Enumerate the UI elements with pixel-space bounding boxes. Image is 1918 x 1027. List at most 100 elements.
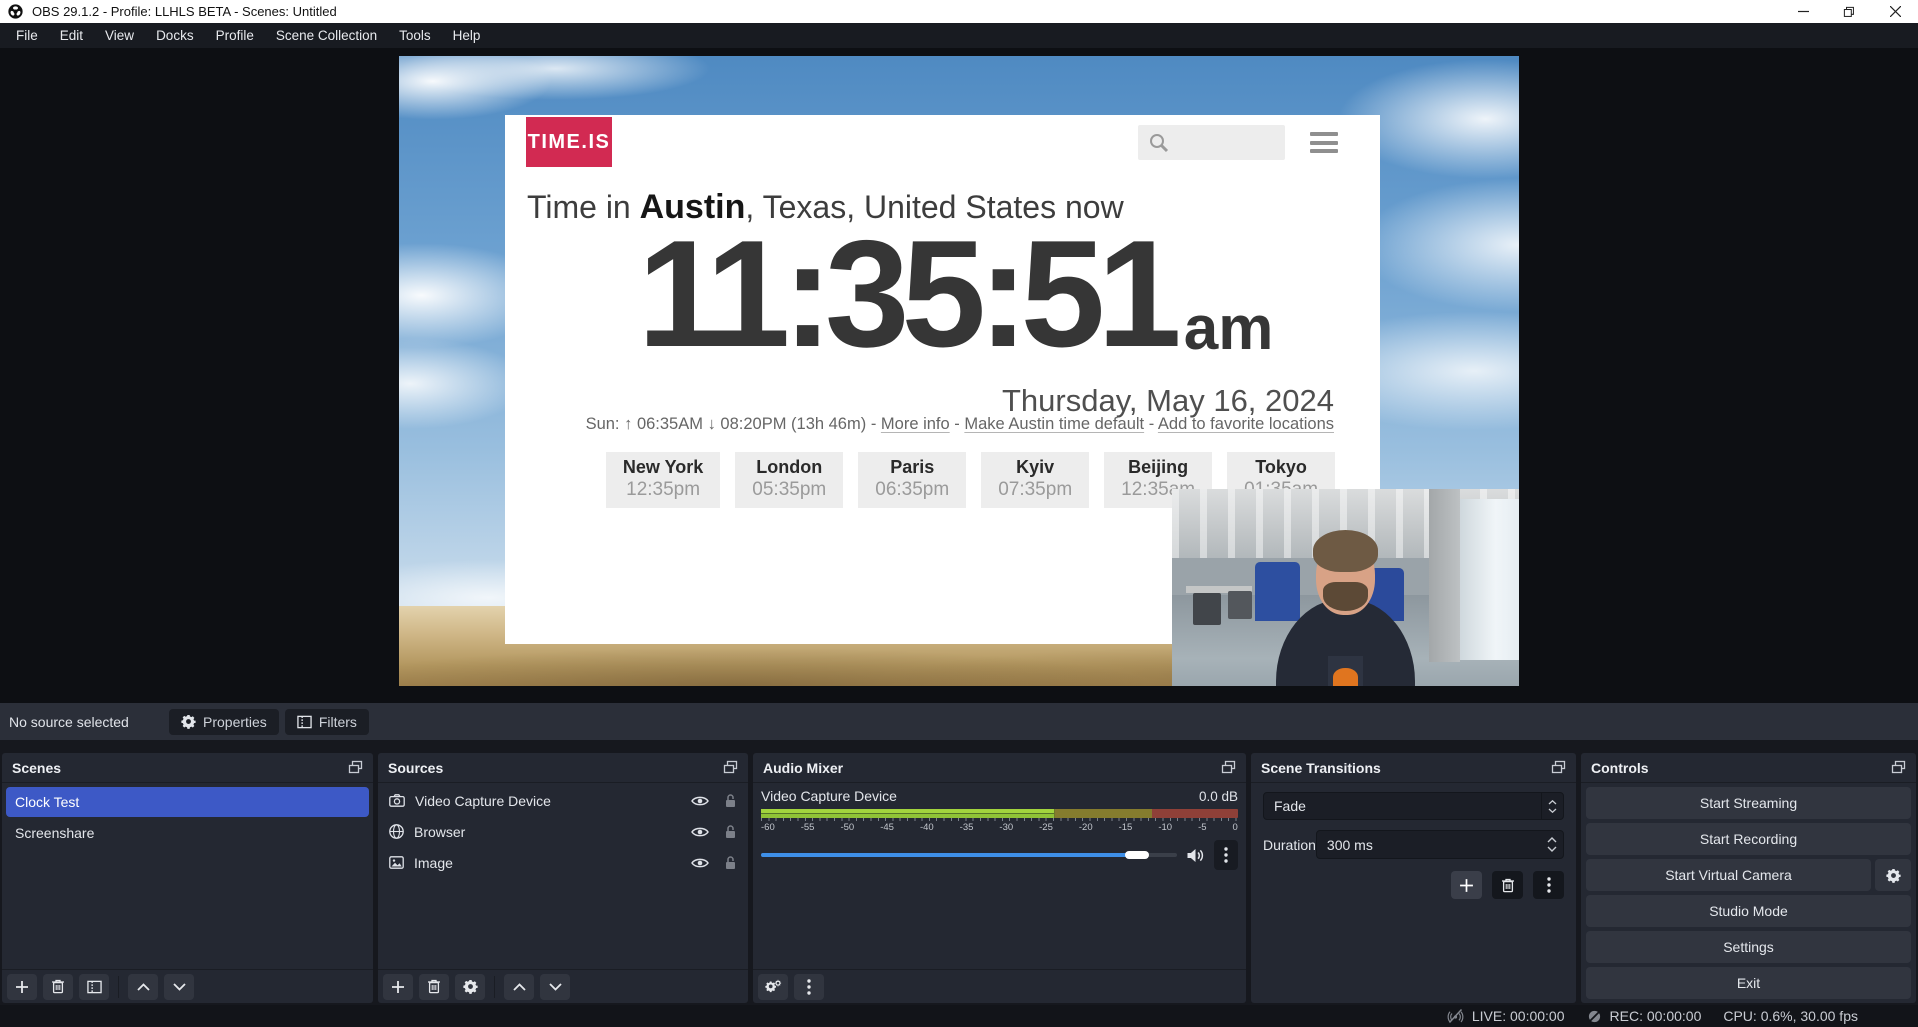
advanced-audio-properties-button[interactable]: [758, 974, 788, 1000]
source-item-image[interactable]: Image: [378, 847, 748, 878]
lock-icon[interactable]: [724, 793, 737, 808]
hamburger-menu-icon: [1310, 132, 1338, 153]
filters-button[interactable]: Filters: [285, 709, 369, 735]
controls-title: Controls: [1591, 760, 1649, 776]
sun-info-line: Sun: ↑ 06:35AM ↓ 08:20PM (13h 46m) - Mor…: [505, 415, 1334, 434]
more-info-link: More info: [881, 415, 950, 433]
clock-digits: 11:35:51: [638, 218, 1174, 370]
virtual-camera-settings-button[interactable]: [1875, 859, 1911, 891]
audio-mixer-panel: Audio Mixer Video Capture Device 0.0 dB …: [753, 753, 1246, 1003]
popout-icon[interactable]: [1221, 760, 1236, 775]
window-titlebar: OBS 29.1.2 - Profile: LLHLS BETA - Scene…: [0, 0, 1918, 23]
make-default-link: Make Austin time default: [964, 415, 1144, 433]
settings-button[interactable]: Settings: [1586, 931, 1911, 963]
lock-icon[interactable]: [724, 855, 737, 870]
transition-properties-button[interactable]: [1533, 871, 1564, 899]
popout-icon[interactable]: [1891, 760, 1906, 775]
start-virtual-camera-button[interactable]: Start Virtual Camera: [1586, 859, 1871, 891]
scene-transitions-panel: Scene Transitions Fade Duration 300 ms: [1251, 753, 1576, 1003]
duration-label: Duration: [1263, 837, 1316, 853]
add-favorite-link: Add to favorite locations: [1158, 415, 1334, 433]
clock-ampm: am: [1184, 298, 1274, 360]
menu-profile[interactable]: Profile: [205, 23, 265, 48]
lock-icon[interactable]: [724, 824, 737, 839]
record-status-icon: [1587, 1009, 1602, 1024]
preview-canvas[interactable]: TIME.IS Time in Austin, Texas, United St…: [399, 56, 1519, 686]
webcam-overlay: [1172, 489, 1519, 686]
preview-area: TIME.IS Time in Austin, Texas, United St…: [0, 48, 1918, 703]
volume-slider[interactable]: [761, 844, 1177, 866]
duration-input[interactable]: 300 ms: [1316, 830, 1564, 859]
mixer-level-db: 0.0 dB: [1199, 789, 1238, 804]
menu-view[interactable]: View: [94, 23, 145, 48]
globe-icon: [389, 824, 404, 839]
volume-slider-handle[interactable]: [1125, 851, 1149, 859]
transition-select[interactable]: Fade: [1263, 792, 1564, 820]
add-source-button[interactable]: [383, 974, 413, 1000]
city-box: Kyiv 07:35pm: [981, 452, 1089, 508]
popout-icon[interactable]: [1551, 760, 1566, 775]
visibility-eye-icon[interactable]: [691, 795, 709, 807]
start-recording-button[interactable]: Start Recording: [1586, 823, 1911, 855]
stream-status-icon: [1447, 1008, 1464, 1024]
menu-file[interactable]: File: [5, 23, 49, 48]
source-item-browser[interactable]: Browser: [378, 816, 748, 847]
move-scene-up-button[interactable]: [128, 974, 158, 1000]
city-box: New York 12:35pm: [606, 452, 720, 508]
remove-source-button[interactable]: [419, 974, 449, 1000]
minimize-button[interactable]: [1780, 0, 1826, 23]
current-time: 11:35:51 am: [505, 218, 1380, 370]
popout-icon[interactable]: [723, 760, 738, 775]
menu-help[interactable]: Help: [442, 23, 492, 48]
move-scene-down-button[interactable]: [164, 974, 194, 1000]
close-button[interactable]: [1872, 0, 1918, 23]
window-title: OBS 29.1.2 - Profile: LLHLS BETA - Scene…: [32, 4, 337, 19]
mixer-channel-menu-button[interactable]: [1214, 840, 1238, 870]
sun-times: Sun: ↑ 06:35AM ↓ 08:20PM (13h 46m): [586, 415, 867, 433]
visibility-eye-icon[interactable]: [691, 857, 709, 869]
menu-tools[interactable]: Tools: [388, 23, 442, 48]
camera-icon: [389, 794, 405, 807]
speaker-icon[interactable]: [1186, 847, 1205, 864]
visibility-eye-icon[interactable]: [691, 826, 709, 838]
restore-button[interactable]: [1826, 0, 1872, 23]
remove-transition-button[interactable]: [1492, 871, 1523, 899]
search-icon: [1148, 132, 1170, 154]
sources-panel: Sources Video Capture Device: [378, 753, 748, 1003]
menu-edit[interactable]: Edit: [49, 23, 94, 48]
remove-scene-button[interactable]: [43, 974, 73, 1000]
image-icon: [389, 856, 404, 869]
scene-filters-button[interactable]: [79, 974, 109, 1000]
cpu-fps-stats: CPU: 0.6%, 30.00 fps: [1723, 1008, 1858, 1024]
menu-bar: File Edit View Docks Profile Scene Colle…: [0, 23, 1918, 48]
select-arrows[interactable]: [1541, 793, 1563, 819]
add-scene-button[interactable]: [7, 974, 37, 1000]
sources-panel-title: Sources: [388, 760, 443, 776]
controls-panel: Controls Start Streaming Start Recording…: [1581, 753, 1916, 1003]
mixer-channel-name: Video Capture Device: [761, 788, 897, 804]
move-source-up-button[interactable]: [504, 974, 534, 1000]
spinner-arrows[interactable]: [1541, 831, 1563, 858]
scene-item-screenshare[interactable]: Screenshare: [6, 818, 369, 848]
timeis-logo: TIME.IS: [526, 117, 612, 167]
mixer-menu-button[interactable]: [794, 974, 824, 1000]
studio-mode-button[interactable]: Studio Mode: [1586, 895, 1911, 927]
scenes-panel: Scenes Clock Test Screenshare: [2, 753, 373, 1003]
dock-area: Scenes Clock Test Screenshare: [2, 753, 1916, 1003]
gear-icon: [181, 714, 196, 729]
menu-scene-collection[interactable]: Scene Collection: [265, 23, 388, 48]
source-item-video-capture[interactable]: Video Capture Device: [378, 785, 748, 816]
menu-docks[interactable]: Docks: [145, 23, 205, 48]
move-source-down-button[interactable]: [540, 974, 570, 1000]
live-time: LIVE: 00:00:00: [1472, 1008, 1565, 1024]
properties-button[interactable]: Properties: [169, 709, 279, 735]
city-box: Paris 06:35pm: [858, 452, 966, 508]
add-transition-button[interactable]: [1451, 871, 1482, 899]
popout-icon[interactable]: [348, 760, 363, 775]
scene-transitions-title: Scene Transitions: [1261, 760, 1381, 776]
exit-button[interactable]: Exit: [1586, 967, 1911, 999]
filter-icon: [297, 715, 312, 729]
start-streaming-button[interactable]: Start Streaming: [1586, 787, 1911, 819]
source-properties-button[interactable]: [455, 974, 485, 1000]
scene-item-clock-test[interactable]: Clock Test: [6, 787, 369, 817]
